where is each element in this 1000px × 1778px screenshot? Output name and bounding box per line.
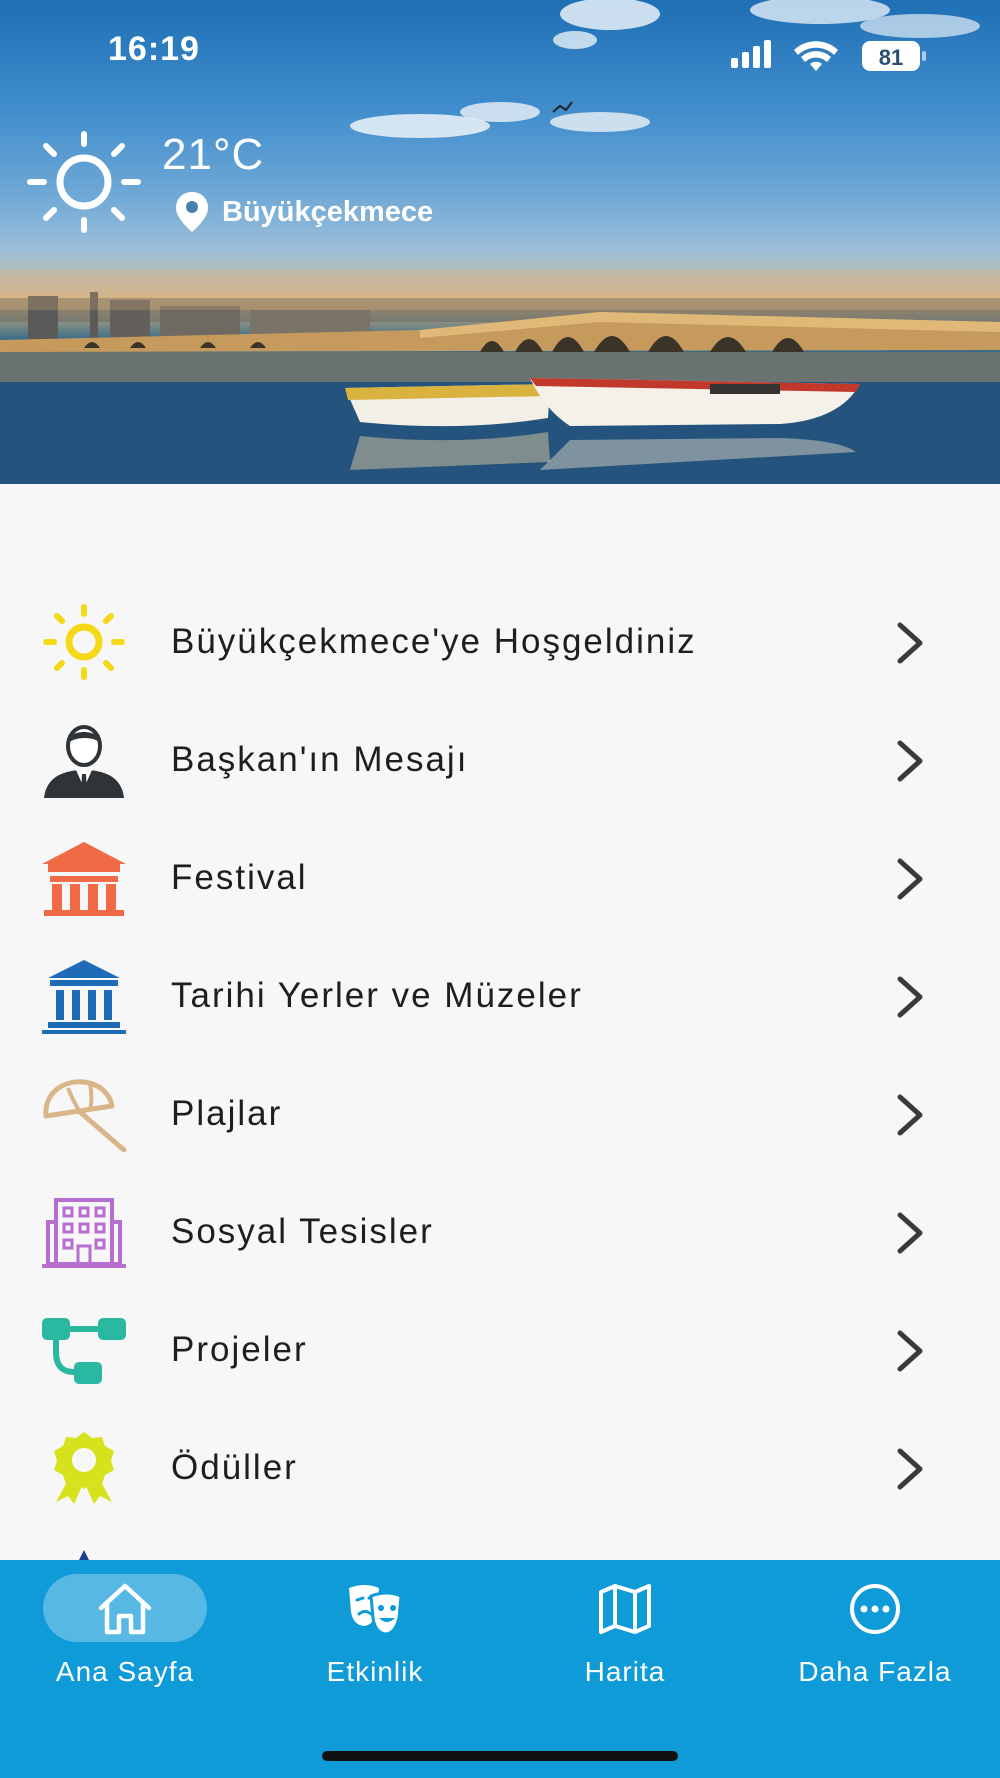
chevron-right-icon — [897, 1448, 923, 1490]
chevron-right-icon — [897, 976, 923, 1018]
tab-home[interactable]: Ana Sayfa — [0, 1560, 250, 1710]
tab-map[interactable]: Harita — [500, 1560, 750, 1710]
tab-events[interactable]: Etkinlik — [250, 1560, 500, 1710]
beach-umbrella-icon — [40, 1076, 128, 1152]
chevron-right-icon — [897, 858, 923, 900]
status-bar-icons: 81 — [731, 40, 926, 71]
menu-item-label: Başkan'ın Mesajı — [171, 740, 469, 779]
status-bar-time: 16:19 — [108, 30, 200, 68]
tab-label: Harita — [584, 1656, 666, 1687]
menu-item-beaches[interactable]: Plajlar — [0, 1056, 1000, 1174]
battery-level: 81 — [879, 45, 903, 70]
menu-item-social-facilities[interactable]: Sosyal Tesisler — [0, 1174, 1000, 1292]
menu-item-mayor-message[interactable]: Başkan'ın Mesajı — [0, 702, 1000, 820]
map-icon — [599, 1584, 651, 1634]
more-icon — [850, 1584, 900, 1634]
location-pin-icon — [176, 192, 208, 232]
menu-item-projects[interactable]: Projeler — [0, 1292, 1000, 1410]
menu-item-label: Plajlar — [171, 1094, 283, 1133]
chevron-right-icon — [897, 1330, 923, 1372]
wifi-icon — [794, 41, 838, 71]
home-indicator — [322, 1751, 678, 1761]
festival-tent-icon — [40, 840, 128, 916]
chevron-right-icon — [897, 1094, 923, 1136]
sun-icon — [40, 604, 128, 680]
main-menu-list: Büyükçekmece'ye Hoşgeldiniz Başkan'ın Me… — [0, 584, 1000, 1562]
theater-masks-icon — [349, 1585, 403, 1636]
tab-more[interactable]: Daha Fazla — [750, 1560, 1000, 1710]
menu-item-label: Projeler — [171, 1330, 308, 1369]
home-icon — [98, 1583, 152, 1635]
menu-item-festival[interactable]: Festival — [0, 820, 1000, 938]
tab-label: Ana Sayfa — [55, 1656, 195, 1687]
building-icon — [40, 1194, 128, 1270]
menu-item-awards[interactable]: Ödüller — [0, 1410, 1000, 1528]
menu-item-label: Ödüller — [171, 1448, 298, 1487]
businessman-icon — [40, 722, 128, 798]
menu-item-label: Tarihi Yerler ve Müzeler — [171, 976, 583, 1015]
temperature: 21°C — [162, 130, 265, 179]
cellular-signal-icon — [731, 40, 771, 68]
tab-label: Etkinlik — [326, 1656, 424, 1687]
menu-item-welcome[interactable]: Büyükçekmece'ye Hoşgeldiniz — [0, 584, 1000, 702]
menu-item-label: Festival — [171, 858, 308, 897]
chevron-right-icon — [897, 1212, 923, 1254]
location: Büyükçekmece — [174, 190, 433, 234]
chevron-right-icon — [897, 622, 923, 664]
tab-label: Daha Fazla — [798, 1656, 952, 1687]
menu-item-label: Sosyal Tesisler — [171, 1212, 434, 1251]
battery-icon: 81 — [862, 41, 926, 71]
location-name: Büyükçekmece — [222, 195, 434, 228]
museum-icon — [40, 958, 128, 1034]
menu-item-label: Büyükçekmece'ye Hoşgeldiniz — [171, 622, 697, 661]
award-icon — [40, 1430, 128, 1506]
hero-banner: 16:19 81 21°C Büyükçekmece — [0, 0, 1000, 484]
menu-item-historic-places[interactable]: Tarihi Yerler ve Müzeler — [0, 938, 1000, 1056]
projects-flow-icon — [40, 1312, 128, 1388]
bottom-tab-bar: Ana Sayfa Etkinlik Harita Daha Fazla — [0, 1560, 1000, 1778]
sun-icon — [27, 131, 141, 233]
chevron-right-icon — [897, 740, 923, 782]
